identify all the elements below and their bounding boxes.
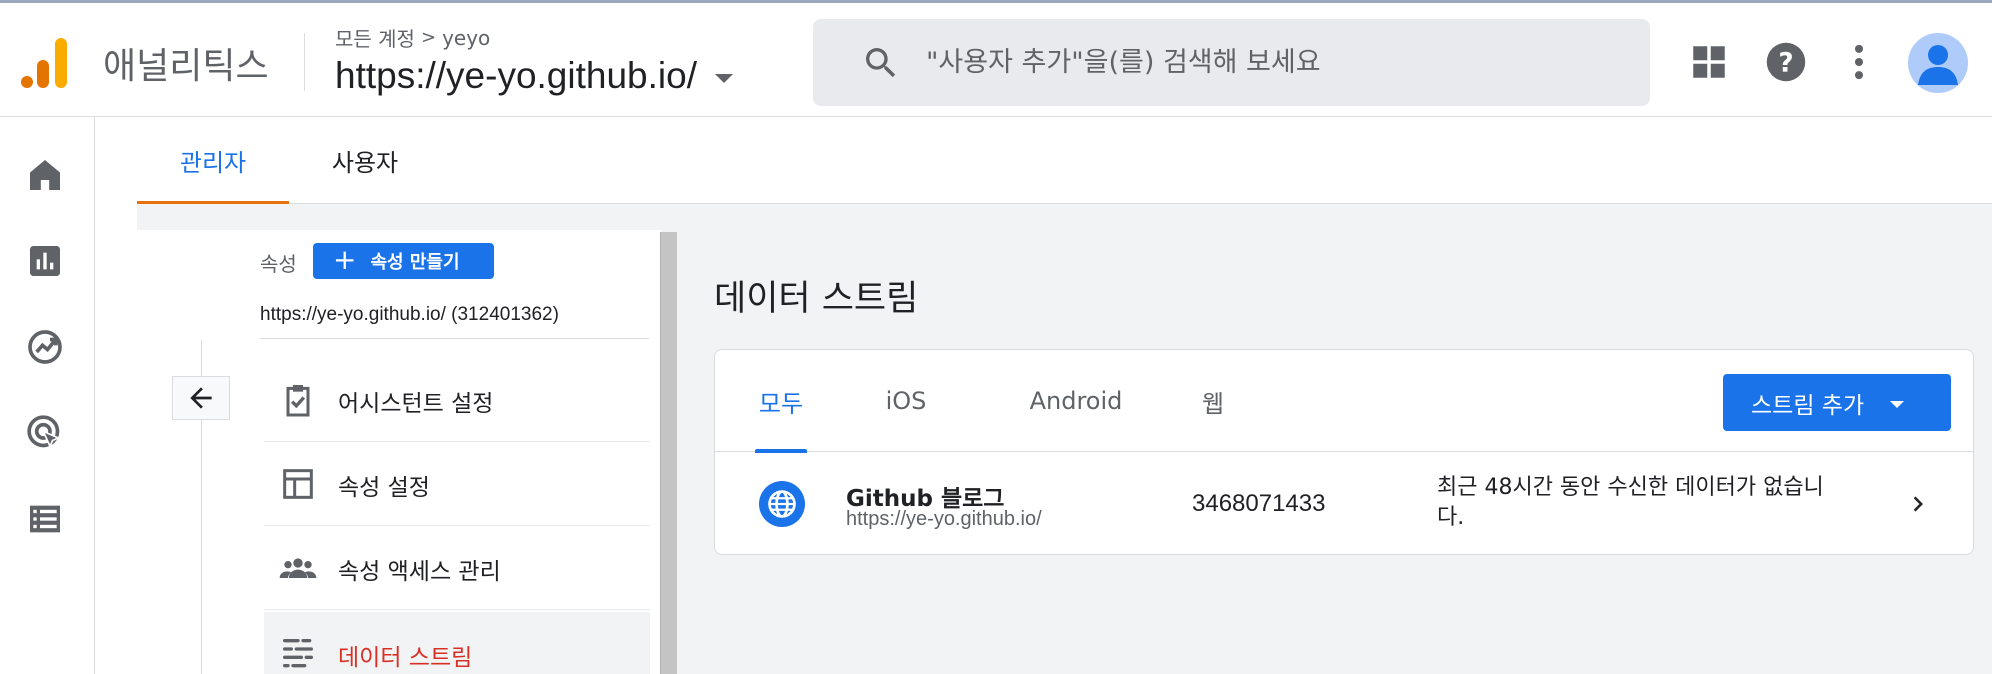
tab-android[interactable]: Android — [1008, 350, 1144, 452]
plus-icon: + — [333, 242, 357, 276]
reports-icon[interactable] — [25, 241, 65, 281]
add-stream-label: 스트림 추가 — [1751, 392, 1865, 419]
stream-url: https://ye-yo.github.io/ — [846, 508, 1042, 530]
search-bar[interactable] — [813, 19, 1650, 106]
add-stream-button[interactable]: 스트림 추가 — [1723, 374, 1951, 431]
top-header: 애널리틱스 모든 계정 > yeyo https://ye-yo.github.… — [0, 0, 1992, 117]
advertising-icon[interactable] — [25, 413, 65, 453]
tab-web[interactable]: 웹 — [1183, 350, 1243, 452]
stream-id: 3468071433 — [1192, 490, 1326, 517]
menu-item-label: 속성 설정 — [338, 475, 430, 501]
breadcrumb-account[interactable]: 모든 계정 — [335, 23, 415, 52]
chevron-right-icon[interactable] — [1903, 489, 1933, 519]
data-streams-card: 모두 iOS Android 웹 스트림 추가 Github 블로그 https… — [714, 349, 1974, 555]
configure-icon[interactable] — [25, 499, 65, 539]
web-globe-icon — [759, 481, 805, 527]
menu-item-property-settings[interactable]: 속성 설정 — [264, 442, 650, 526]
dropdown-caret-icon — [714, 73, 733, 83]
menu-item-label: 속성 액세스 관리 — [338, 559, 501, 585]
svg-text:?: ? — [1778, 49, 1793, 79]
app-name: 애널리틱스 — [103, 46, 269, 87]
avatar[interactable] — [1908, 33, 1968, 93]
data-stream-icon — [283, 639, 313, 668]
assistant-checklist-icon — [286, 385, 310, 417]
back-button[interactable] — [172, 376, 230, 420]
menu-item-label: 어시스턴트 설정 — [338, 391, 494, 417]
property-selector[interactable]: https://ye-yo.github.io/ — [335, 51, 733, 101]
stream-row[interactable]: Github 블로그 https://ye-yo.github.io/ 3468… — [715, 453, 1973, 555]
breadcrumb: 모든 계정 > yeyo — [335, 23, 490, 52]
divider — [260, 338, 649, 339]
stream-status: 최근 48시간 동안 수신한 데이터가 없습니다. — [1437, 475, 1824, 530]
property-name: https://ye-yo.github.io/ (312401362) — [260, 304, 559, 325]
account-icon — [1918, 45, 1958, 85]
search-input[interactable] — [926, 39, 1626, 85]
page-title: 데이터 스트림 — [714, 279, 919, 319]
property-selector-value: https://ye-yo.github.io/ — [335, 55, 697, 96]
header-divider — [304, 33, 305, 91]
admin-tabs: 관리자 사용자 — [137, 117, 1992, 205]
tab-admin[interactable]: 관리자 — [137, 117, 289, 205]
help-icon[interactable]: ? — [1765, 41, 1807, 83]
menu-item-property-access[interactable]: 속성 액세스 관리 — [264, 526, 650, 610]
home-icon[interactable] — [25, 155, 65, 195]
scrollbar[interactable] — [660, 232, 677, 674]
tab-all[interactable]: 모두 — [755, 350, 807, 453]
property-settings-icon — [283, 469, 313, 499]
menu-item-data-streams[interactable]: 데이터 스트림 — [264, 612, 650, 674]
search-icon — [866, 48, 896, 78]
more-vert-icon[interactable] — [1838, 41, 1880, 83]
dropdown-caret-icon — [1890, 400, 1905, 408]
arrow-back-icon — [190, 387, 212, 409]
tree-line — [201, 340, 202, 360]
explore-icon[interactable] — [25, 327, 65, 367]
tab-users[interactable]: 사용자 — [289, 117, 441, 204]
left-nav-rail — [0, 117, 95, 674]
create-property-button[interactable]: + 속성 만들기 — [313, 243, 494, 279]
apps-grid-icon[interactable] — [1688, 41, 1730, 83]
property-label: 속성 — [260, 252, 297, 276]
people-icon — [279, 558, 317, 578]
breadcrumb-user[interactable]: yeyo — [442, 26, 490, 50]
create-property-label: 속성 만들기 — [370, 252, 460, 273]
menu-item-assistant-settings[interactable]: 어시스턴트 설정 — [264, 358, 650, 442]
tab-ios[interactable]: iOS — [860, 350, 952, 452]
breadcrumb-separator: > — [420, 27, 437, 48]
analytics-logo-icon[interactable] — [20, 36, 70, 90]
stream-tabs: 모두 iOS Android 웹 스트림 추가 — [715, 350, 1973, 453]
menu-item-label: 데이터 스트림 — [338, 645, 473, 671]
